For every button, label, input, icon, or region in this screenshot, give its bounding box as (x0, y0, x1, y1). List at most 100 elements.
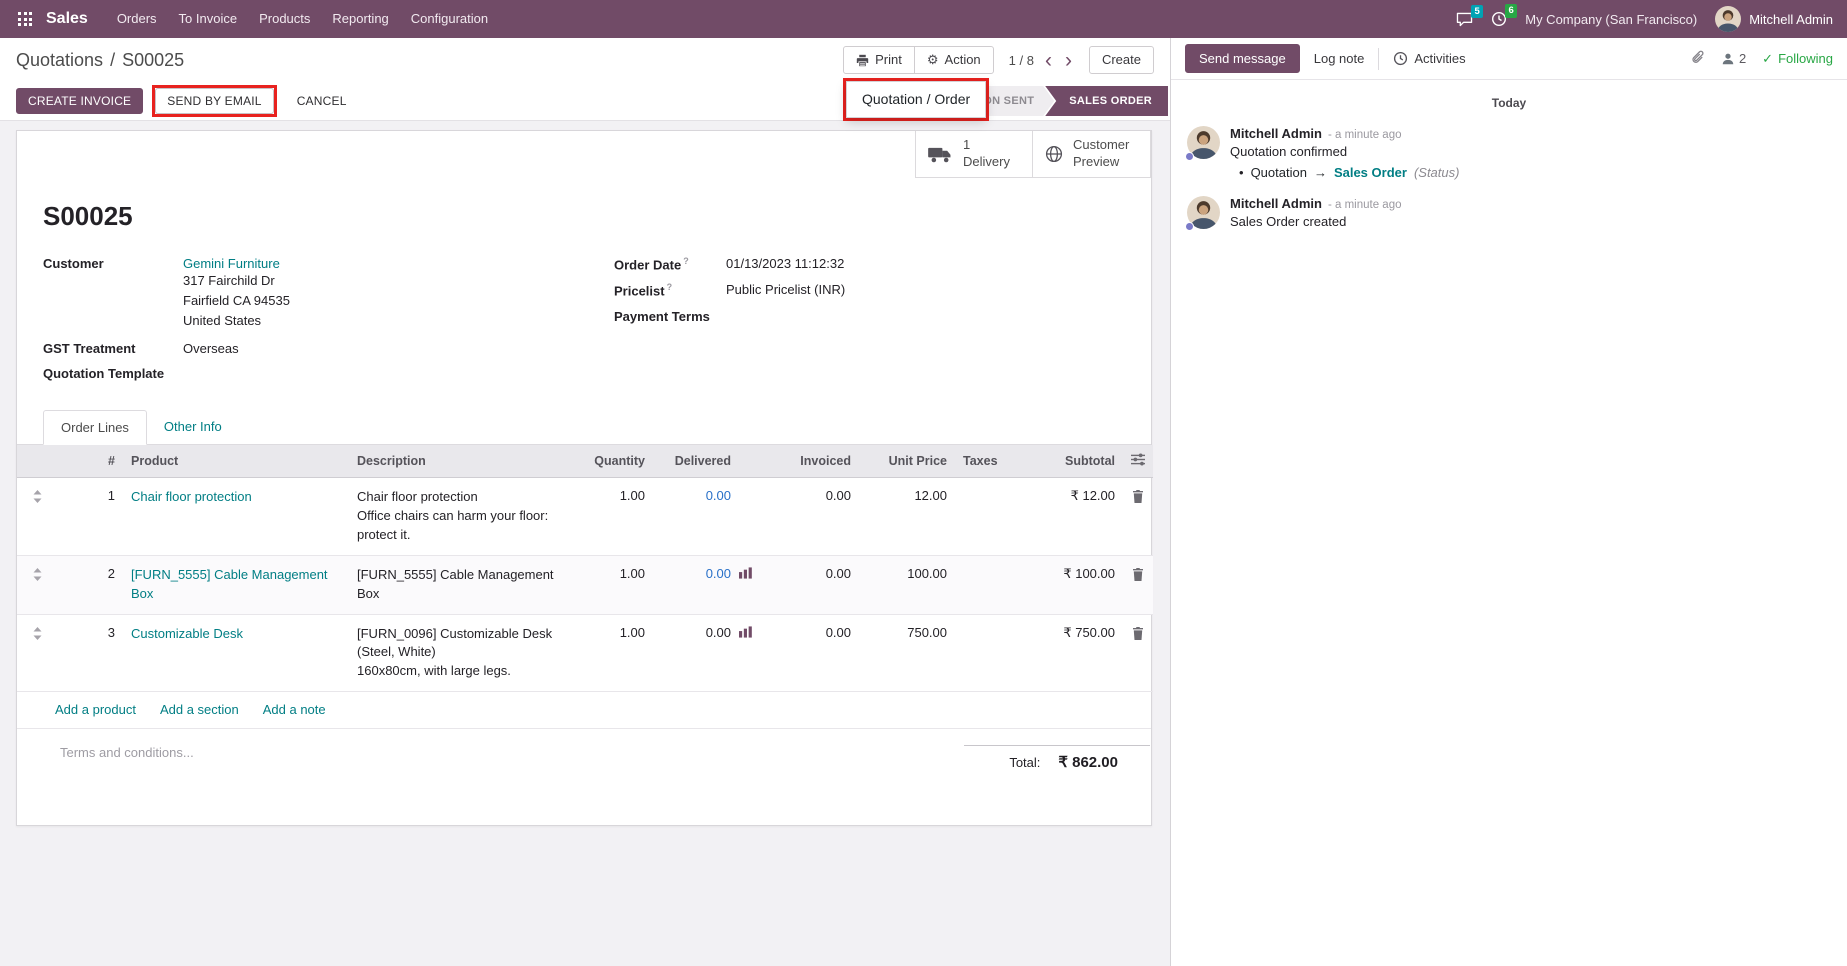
unit-price-column-header[interactable]: Unit Price (859, 445, 955, 478)
toolbar-divider (1378, 48, 1379, 70)
pager-next-icon[interactable]: › (1063, 50, 1074, 71)
delete-line-button[interactable] (1123, 614, 1153, 692)
forecast-chart-icon[interactable] (739, 626, 752, 638)
pricelist-value: Public Pricelist (INR) (726, 282, 845, 298)
breadcrumb-quotations[interactable]: Quotations (16, 50, 103, 71)
delete-line-button[interactable] (1123, 478, 1153, 556)
drag-handle-icon[interactable] (17, 555, 57, 614)
product-link[interactable]: Chair floor protection (131, 488, 252, 507)
terms-placeholder[interactable]: Terms and conditions... (60, 745, 194, 760)
product-link[interactable]: [FURN_5555] Cable Management Box (131, 566, 341, 604)
cancel-button[interactable]: CANCEL (286, 89, 358, 113)
breadcrumb-current: S00025 (122, 50, 184, 71)
menu-orders[interactable]: Orders (106, 0, 168, 38)
menu-products[interactable]: Products (248, 0, 321, 38)
delete-line-button[interactable] (1123, 555, 1153, 614)
stage-sales-order[interactable]: SALES ORDER (1045, 86, 1168, 116)
menu-item-quotation-order[interactable]: Quotation / Order (847, 86, 985, 113)
form-content: 1 Delivery Customer Preview (0, 121, 1170, 966)
send-message-button[interactable]: Send message (1185, 44, 1300, 73)
menu-configuration[interactable]: Configuration (400, 0, 499, 38)
activities-button[interactable]: 6 (1491, 11, 1507, 27)
add-section-link[interactable]: Add a section (160, 702, 239, 717)
product-column-header[interactable]: Product (123, 445, 349, 478)
invoiced-column-header[interactable]: Invoiced (759, 445, 859, 478)
subtotal-column-header[interactable]: Subtotal (1007, 445, 1123, 478)
check-icon: ✓ (1762, 51, 1773, 67)
attachments-button[interactable] (1691, 50, 1705, 68)
messages-button[interactable]: 5 (1456, 12, 1473, 27)
apps-menu-button[interactable] (8, 0, 42, 38)
create-invoice-button[interactable]: CREATE INVOICE (16, 88, 143, 114)
field-grid: Customer Gemini Furniture 317 Fairchild … (43, 256, 1125, 382)
optional-columns-button[interactable] (1123, 445, 1153, 478)
pager-previous-icon[interactable]: ‹ (1043, 50, 1054, 71)
sheet-footer: Terms and conditions... Total: ₹ 862.00 (17, 729, 1151, 817)
notebook-tabs: Order Lines Other Info (17, 410, 1151, 445)
subtotal-cell: ₹ 12.00 (1007, 478, 1123, 556)
print-button[interactable]: Print (843, 46, 915, 74)
unit-price-cell: 750.00 (859, 614, 955, 692)
message-author[interactable]: Mitchell Admin (1230, 196, 1322, 211)
create-button[interactable]: Create (1089, 46, 1154, 74)
number-column-header[interactable]: # (57, 445, 123, 478)
customer-preview-smart-button[interactable]: Customer Preview (1033, 131, 1151, 178)
presence-dot (1185, 222, 1194, 231)
invoiced-cell: 0.00 (759, 614, 859, 692)
field-group-right: Order Date? 01/13/2023 11:12:32 Pricelis… (614, 256, 1125, 325)
forecast-chart-icon[interactable] (739, 567, 752, 579)
quotation-template-value[interactable] (183, 366, 343, 382)
schedule-activity-button[interactable]: Activities (1393, 51, 1465, 66)
customer-link[interactable]: Gemini Furniture (183, 256, 280, 271)
send-by-email-button[interactable]: SEND BY EMAIL (155, 88, 273, 114)
user-menu[interactable]: Mitchell Admin (1715, 6, 1833, 32)
message-author[interactable]: Mitchell Admin (1230, 126, 1322, 141)
drag-handle-icon[interactable] (17, 614, 57, 692)
followers-button[interactable]: 2 (1721, 51, 1746, 66)
delivery-smart-button[interactable]: 1 Delivery (915, 131, 1033, 178)
menu-to-invoice[interactable]: To Invoice (168, 0, 249, 38)
message-avatar[interactable] (1187, 126, 1220, 159)
activities-badge: 6 (1505, 4, 1517, 18)
menu-reporting[interactable]: Reporting (321, 0, 399, 38)
add-product-link[interactable]: Add a product (55, 702, 136, 717)
app-name[interactable]: Sales (46, 10, 88, 28)
order-date-value: 01/13/2023 11:12:32 (726, 256, 844, 272)
tab-order-lines[interactable]: Order Lines (43, 410, 147, 445)
customer-address: 317 Fairchild Dr Fairfield CA 94535 Unit… (183, 271, 290, 331)
trash-icon (1132, 627, 1144, 640)
description-column-header[interactable]: Description (349, 445, 565, 478)
order-line-row[interactable]: 2 [FURN_5555] Cable Management Box [FURN… (17, 555, 1153, 614)
add-note-link[interactable]: Add a note (263, 702, 326, 717)
unit-price-cell: 100.00 (859, 555, 955, 614)
breadcrumb-separator: / (110, 50, 115, 71)
apps-grid-icon (18, 12, 32, 26)
taxes-column-header[interactable]: Taxes (955, 445, 1007, 478)
gst-treatment-value: Overseas (183, 341, 239, 356)
presence-dot (1185, 152, 1194, 161)
tracking-new-value[interactable]: Sales Order (1334, 165, 1407, 180)
drag-handle-icon[interactable] (17, 478, 57, 556)
delivered-column-header[interactable]: Delivered (653, 445, 759, 478)
chatter-toolbar: Send message Log note Activities 2 (1171, 38, 1847, 80)
quantity-column-header[interactable]: Quantity (565, 445, 653, 478)
following-button[interactable]: ✓ Following (1762, 51, 1833, 67)
product-link[interactable]: Customizable Desk (131, 625, 243, 644)
pricelist-label: Pricelist? (614, 282, 726, 298)
help-mark-icon: ? (683, 256, 689, 266)
unit-price-cell: 12.00 (859, 478, 955, 556)
order-line-row[interactable]: 1 Chair floor protection Chair floor pro… (17, 478, 1153, 556)
log-note-button[interactable]: Log note (1314, 51, 1365, 66)
pager-value: 1 / 8 (1009, 53, 1034, 68)
message-avatar[interactable] (1187, 196, 1220, 229)
action-button[interactable]: ⚙ Action (914, 46, 994, 74)
quantity-cell: 1.00 (565, 555, 653, 614)
quotation-template-label: Quotation Template (43, 366, 183, 382)
payment-terms-value[interactable] (726, 309, 886, 325)
company-switcher[interactable]: My Company (San Francisco) (1525, 12, 1697, 27)
clock-icon (1393, 51, 1408, 66)
tab-other-info[interactable]: Other Info (147, 410, 239, 444)
customer-label: Customer (43, 256, 183, 331)
line-number: 1 (57, 478, 123, 556)
order-line-row[interactable]: 3 Customizable Desk [FURN_0096] Customiz… (17, 614, 1153, 692)
